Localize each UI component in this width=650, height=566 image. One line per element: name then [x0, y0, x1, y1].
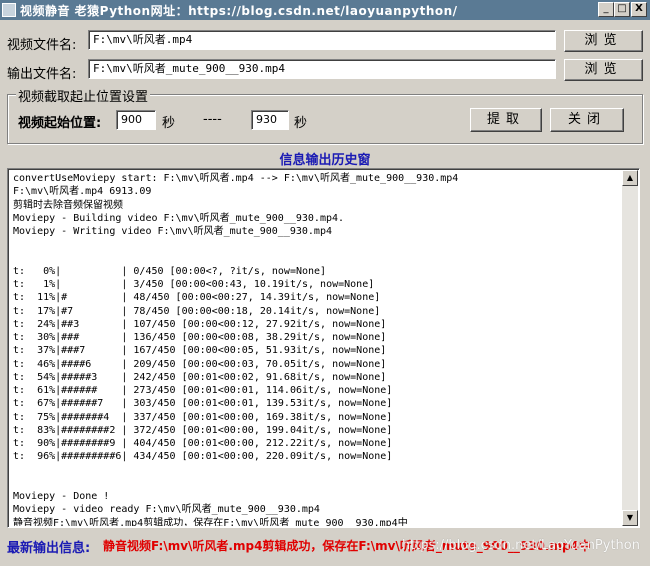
app-icon: [2, 3, 16, 17]
log-line: convertUseMoviepy start: F:\mv\听风者.mp4 -…: [13, 173, 459, 184]
end-position-input[interactable]: 930: [251, 110, 289, 130]
window-title: 视频静音 老猿Python网址：https://blog.csdn.net/la…: [20, 4, 458, 18]
log-line: t: 1%| | 3/450 [00:00<00:43, 10.19it/s, …: [13, 279, 375, 290]
video-file-input[interactable]: F:\mv\听风者.mp4: [88, 30, 556, 50]
log-line: t: 24%|##3 | 107/450 [00:00<00:12, 27.92…: [13, 318, 387, 330]
start-unit-label: 秒: [162, 116, 176, 131]
log-text-area[interactable]: convertUseMoviepy start: F:\mv\听风者.mp4 -…: [7, 168, 640, 528]
log-line: t: 11%|# | 48/450 [00:00<00:27, 14.39it/…: [13, 292, 381, 304]
close-window-button[interactable]: X: [631, 2, 647, 17]
log-line: F:\mv\听风者.mp4 6913.09: [13, 186, 152, 198]
log-line: t: 90%|########9 | 404/450 [00:01<00:00,…: [13, 438, 393, 449]
log-line: t: 67%|######7 | 303/450 [00:01<00:01, 1…: [13, 398, 393, 410]
log-line: t: 37%|###7 | 167/450 [00:00<00:05, 51.9…: [13, 345, 387, 357]
minimize-button[interactable]: _: [598, 2, 614, 17]
range-separator: ----: [203, 112, 222, 127]
scroll-up-icon[interactable]: ▲: [622, 170, 638, 186]
output-browse-button[interactable]: 浏览: [564, 59, 643, 81]
title-bar: 视频静音 老猿Python网址：https://blog.csdn.net/la…: [0, 0, 650, 20]
log-line: t: 96%|#########6| 434/450 [00:01<00:00,…: [13, 451, 393, 463]
log-line: t: 54%|#####3 | 242/450 [00:01<00:02, 91…: [13, 371, 387, 383]
end-unit-label: 秒: [294, 116, 308, 131]
extract-button[interactable]: 提取: [470, 108, 542, 132]
range-group-legend: 视频截取起止位置设置: [16, 86, 151, 105]
maximize-button[interactable]: □: [614, 2, 630, 17]
log-line: Moviepy - Done !: [13, 491, 110, 502]
log-line: t: 17%|#7 | 78/450 [00:00<00:18, 20.14it…: [13, 305, 381, 317]
video-browse-button[interactable]: 浏览: [564, 30, 643, 52]
log-scrollbar[interactable]: ▲ ▼: [622, 170, 638, 526]
log-line: t: 61%|###### | 273/450 [00:01<00:01, 11…: [13, 385, 393, 396]
output-file-input[interactable]: F:\mv\听风者_mute_900__930.mp4: [88, 59, 556, 79]
log-line: t: 30%|### | 136/450 [00:00<00:08, 38.29…: [13, 332, 387, 343]
log-line: t: 83%|########2 | 372/450 [00:01<00:00,…: [13, 424, 393, 436]
log-line: t: 75%|#######4 | 337/450 [00:01<00:00, …: [13, 411, 393, 423]
log-line: Moviepy - Writing video F:\mv\听风者_mute_9…: [13, 226, 332, 237]
status-label: 最新输出信息:: [7, 541, 91, 556]
start-position-input[interactable]: 900: [116, 110, 156, 130]
log-line: t: 46%|####6 | 209/450 [00:00<00:03, 70.…: [13, 358, 387, 370]
log-line: 静音视频F:\mv\听风者.mp4剪辑成功，保存在F:\mv\听风者_mute_…: [13, 517, 408, 527]
log-lines: convertUseMoviepy start: F:\mv\听风者.mp4 -…: [13, 172, 625, 526]
log-line: Moviepy - video ready F:\mv\听风者_mute_900…: [13, 504, 320, 516]
video-file-label: 视频文件名:: [7, 38, 77, 53]
watermark: https://blog.csdn.net/LaoYuanPython: [401, 538, 640, 553]
start-position-label: 视频起始位置:: [18, 116, 102, 131]
close-button[interactable]: 关闭: [550, 108, 624, 132]
log-line: t: 0%| | 0/450 [00:00<?, ?it/s, now=None…: [13, 265, 327, 277]
output-file-label: 输出文件名:: [7, 67, 77, 82]
log-title: 信息输出历史窗: [279, 153, 371, 168]
log-line: Moviepy - Building video F:\mv\听风者_mute_…: [13, 212, 345, 224]
log-line: 剪辑时去除音频保留视频: [13, 199, 123, 211]
scroll-down-icon[interactable]: ▼: [622, 510, 638, 526]
